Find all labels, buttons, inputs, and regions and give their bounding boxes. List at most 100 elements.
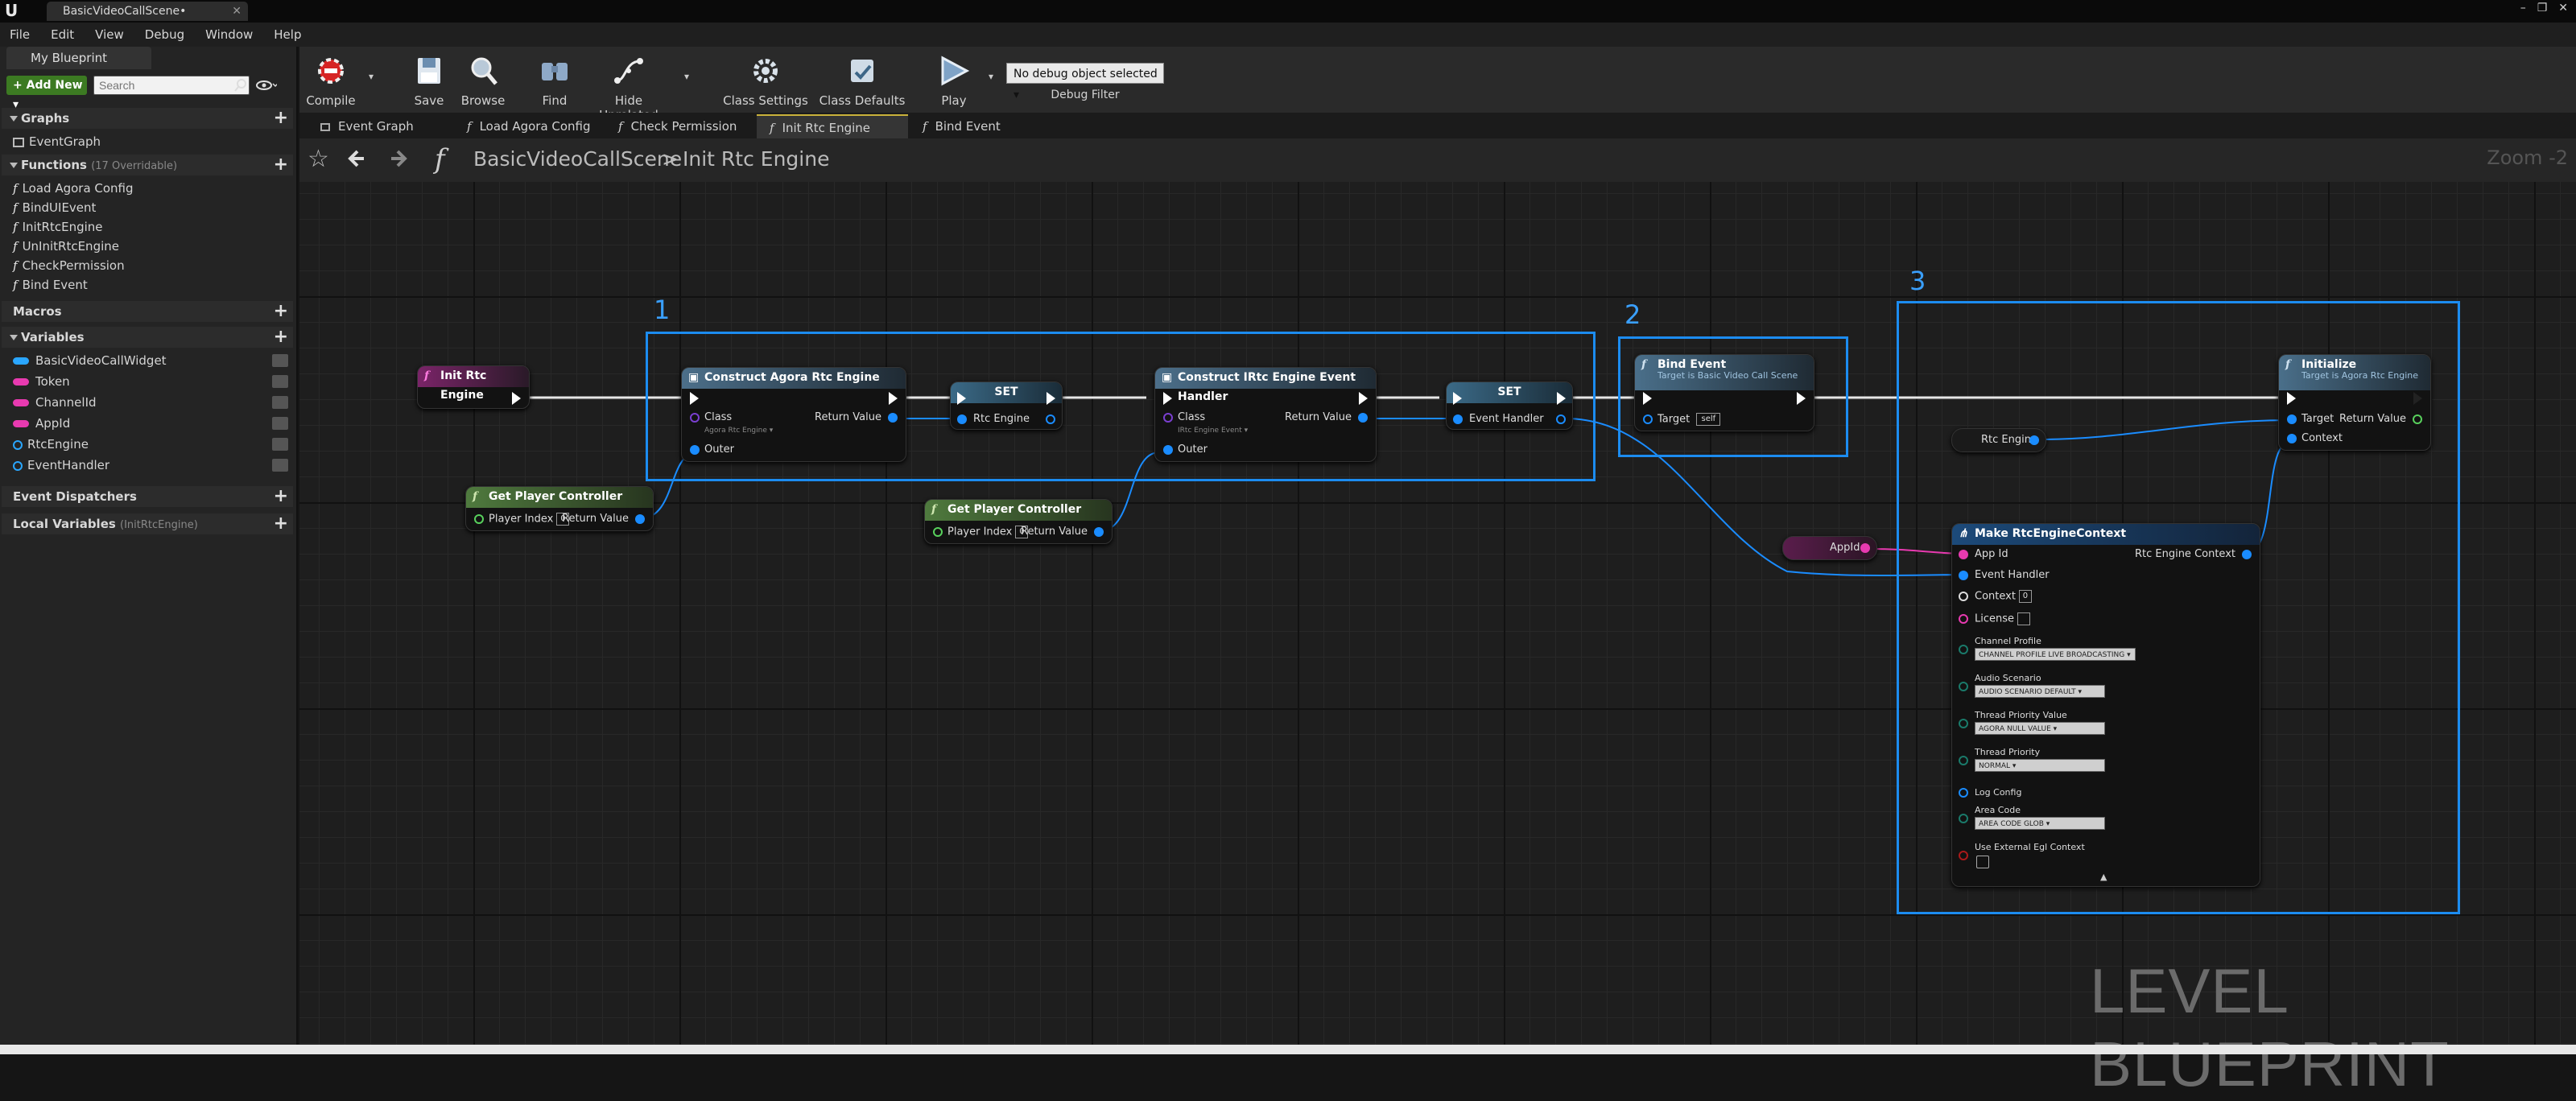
event-handler-in-pin[interactable] (1453, 414, 1463, 424)
use-external-egl-pin[interactable] (1959, 851, 1968, 860)
return-value-pin[interactable] (2413, 414, 2422, 424)
get-player-controller-node[interactable]: f Get Player Controller Player Index 0 Ret… (924, 499, 1113, 544)
return-value-pin[interactable] (1358, 413, 1368, 423)
node-title: SET (1497, 386, 1521, 398)
rtc-engine-out-pin[interactable] (1046, 414, 1055, 424)
node-header: f Get Player Controller (466, 487, 653, 508)
class-value[interactable]: IRtc Engine Event ▾ (1178, 424, 1248, 437)
set-variable-node[interactable]: SET Rtc Engine (950, 381, 1063, 430)
return-value-pin[interactable] (888, 413, 898, 423)
pin-label: Rtc Engine (973, 413, 1030, 425)
class-pin[interactable] (690, 413, 700, 423)
return-value-label: Return Value (815, 411, 881, 423)
exec-out-pin[interactable] (1046, 392, 1055, 405)
audio-scenario-label: Audio Scenario (1975, 673, 2041, 683)
collapse-arrow-icon[interactable]: ▲ (2100, 872, 2107, 882)
thread-priority-value-label: Thread Priority Value (1975, 710, 2067, 720)
thread-priority-value-select[interactable]: AGORA NULL VALUE ▾ (1975, 722, 2105, 735)
context-pin[interactable] (1959, 592, 1968, 601)
rtc-engine-context-pin[interactable] (2242, 550, 2252, 559)
appid-out-pin[interactable] (1860, 543, 1870, 553)
channel-profile-pin[interactable] (1959, 645, 1968, 654)
exec-out-pin[interactable] (1797, 392, 1806, 405)
node-header: ▣ Construct Agora Rtc Engine (682, 368, 906, 389)
return-value-label: Return Value (1285, 411, 1352, 423)
initialize-node[interactable]: f Initialize Target is Agora Rtc Engine Ta… (2278, 354, 2431, 451)
make-struct-node[interactable]: ⋔ Make RtcEngineContext Rtc Engine Contex… (1951, 523, 2260, 887)
return-value-pin[interactable] (1094, 527, 1104, 537)
outer-pin[interactable] (1163, 445, 1173, 455)
construct-icon: ▣ (1162, 371, 1173, 384)
appid-getter-node[interactable]: AppId (1782, 536, 1877, 560)
self-field[interactable]: self (1696, 413, 1721, 426)
thread-priority-value-pin[interactable] (1959, 719, 1968, 728)
thread-priority-pin[interactable] (1959, 756, 1968, 765)
exec-in-pin[interactable] (690, 392, 699, 405)
comment-number: 1 (654, 295, 671, 325)
construct-object-node[interactable]: ▣ Construct Agora Rtc Engine Class Agora … (681, 367, 906, 462)
get-player-controller-node[interactable]: f Get Player Controller Player Index 0 Ret… (465, 486, 654, 531)
thread-priority-select[interactable]: NORMAL ▾ (1975, 759, 2105, 772)
outer-pin[interactable] (690, 445, 700, 455)
pin-label: Event Handler (1469, 413, 1544, 425)
license-label: License (1975, 612, 2031, 626)
node-title: Init Rtc Engine (440, 369, 487, 402)
license-pin[interactable] (1959, 614, 1968, 624)
exec-in-pin[interactable] (957, 392, 966, 405)
context-pin[interactable] (2287, 434, 2297, 443)
node-title: Get Player Controller (947, 503, 1082, 516)
exec-out-pin[interactable] (1359, 392, 1368, 405)
channel-profile-select[interactable]: CHANNEL PROFILE LIVE BROADCASTING ▾ (1975, 648, 2136, 661)
thread-priority-label: Thread Priority (1975, 747, 2041, 757)
exec-out-pin[interactable] (889, 392, 898, 405)
exec-in-pin[interactable] (1643, 392, 1652, 405)
app-id-pin[interactable] (1959, 550, 1968, 559)
rtc-engine-getter-node[interactable]: Rtc Engine (1951, 428, 2046, 452)
use-external-egl-checkbox[interactable] (1976, 856, 1989, 868)
log-config-pin[interactable] (1959, 788, 1968, 798)
class-pin[interactable] (1163, 413, 1173, 423)
player-index-label: Player Index 0 (947, 526, 1029, 539)
event-handler-pin[interactable] (1959, 571, 1968, 580)
area-code-select[interactable]: AREA CODE GLOB ▾ (1975, 817, 2105, 830)
node-header: SET (1447, 382, 1572, 403)
area-code-pin[interactable] (1959, 814, 1968, 823)
log-config-label: Log Config (1975, 787, 2022, 798)
outer-label: Outer (1178, 443, 1208, 456)
comment-number: 2 (1624, 299, 1641, 330)
exec-out-pin[interactable] (512, 392, 521, 405)
channel-profile-label: Channel Profile (1975, 636, 2041, 646)
node-header: SET (951, 382, 1062, 403)
context-field[interactable]: 0 (2018, 590, 2032, 603)
exec-out-pin[interactable] (2413, 392, 2422, 405)
license-field[interactable] (2017, 612, 2031, 625)
return-value-pin[interactable] (635, 514, 645, 524)
exec-out-pin[interactable] (1557, 392, 1566, 405)
exec-in-pin[interactable] (1453, 392, 1462, 405)
node-header: f Init Rtc Engine (418, 366, 529, 402)
target-pin[interactable] (2287, 414, 2297, 424)
exec-in-pin[interactable] (2287, 392, 2296, 405)
construct-object-node[interactable]: ▣ Construct IRtc Engine Event Handler Cla… (1154, 367, 1377, 462)
target-pin[interactable] (1643, 414, 1653, 424)
node-header: f Get Player Controller (925, 500, 1112, 521)
node-title: SET (994, 386, 1018, 398)
target-label: Target (2301, 413, 2334, 425)
audio-scenario-select[interactable]: AUDIO SCENARIO DEFAULT ▾ (1975, 685, 2105, 698)
event-handler-out-pin[interactable] (1556, 414, 1566, 424)
player-index-pin[interactable] (933, 527, 943, 537)
bind-event-node[interactable]: f Bind Event Target is Basic Video Call Sc… (1634, 354, 1814, 431)
exec-in-pin[interactable] (1163, 392, 1172, 405)
target-label: Target self (1657, 413, 1721, 427)
function-entry-node[interactable]: f Init Rtc Engine (417, 365, 530, 409)
construct-icon: ▣ (688, 371, 700, 384)
node-title: Get Player Controller (489, 490, 623, 503)
rtc-engine-in-pin[interactable] (957, 414, 967, 424)
node-title: Initialize (2301, 358, 2357, 371)
player-index-pin[interactable] (474, 514, 484, 524)
comment-number: 3 (1909, 266, 1926, 296)
audio-scenario-pin[interactable] (1959, 682, 1968, 691)
class-value[interactable]: Agora Rtc Engine ▾ (704, 424, 773, 437)
rtc-engine-out-pin[interactable] (2029, 435, 2039, 445)
set-variable-node[interactable]: SET Event Handler (1446, 381, 1573, 430)
